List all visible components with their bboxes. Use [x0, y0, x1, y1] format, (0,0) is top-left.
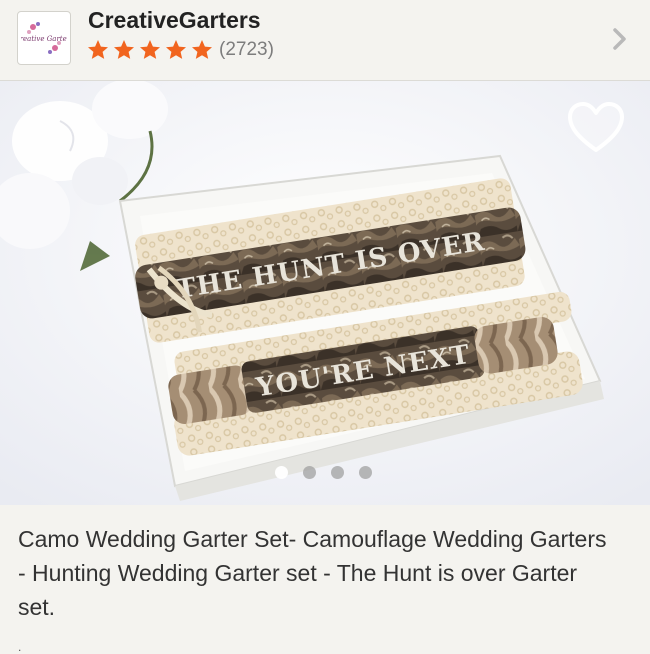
shop-header[interactable]: Creative Garters CreativeGarters (2723) [0, 0, 650, 81]
shop-logo: Creative Garters [17, 11, 71, 65]
star-icon [192, 40, 212, 59]
listing-title: Camo Wedding Garter Set- Camouflage Wedd… [18, 526, 607, 620]
carousel-dot[interactable] [331, 466, 344, 479]
star-icon [88, 40, 108, 59]
chevron-right-icon[interactable] [610, 24, 630, 54]
svg-text:Creative Garters: Creative Garters [21, 35, 67, 43]
star-icon [114, 40, 134, 59]
carousel-dot[interactable] [359, 466, 372, 479]
listing-photo[interactable]: THE HUNT IS OVER YOU'RE NEXT [0, 81, 650, 505]
star-icon [166, 40, 186, 59]
star-icon [140, 40, 160, 59]
shop-name[interactable]: CreativeGarters [88, 7, 261, 34]
carousel-dot[interactable] [275, 466, 288, 479]
review-count[interactable]: (2723) [219, 39, 274, 61]
rating-stars: (2723) [86, 38, 274, 62]
carousel-dot[interactable] [303, 466, 316, 479]
truncated-text-fragment: . [18, 640, 22, 654]
favorite-heart-icon[interactable] [566, 100, 626, 156]
image-carousel-dots [275, 466, 387, 479]
